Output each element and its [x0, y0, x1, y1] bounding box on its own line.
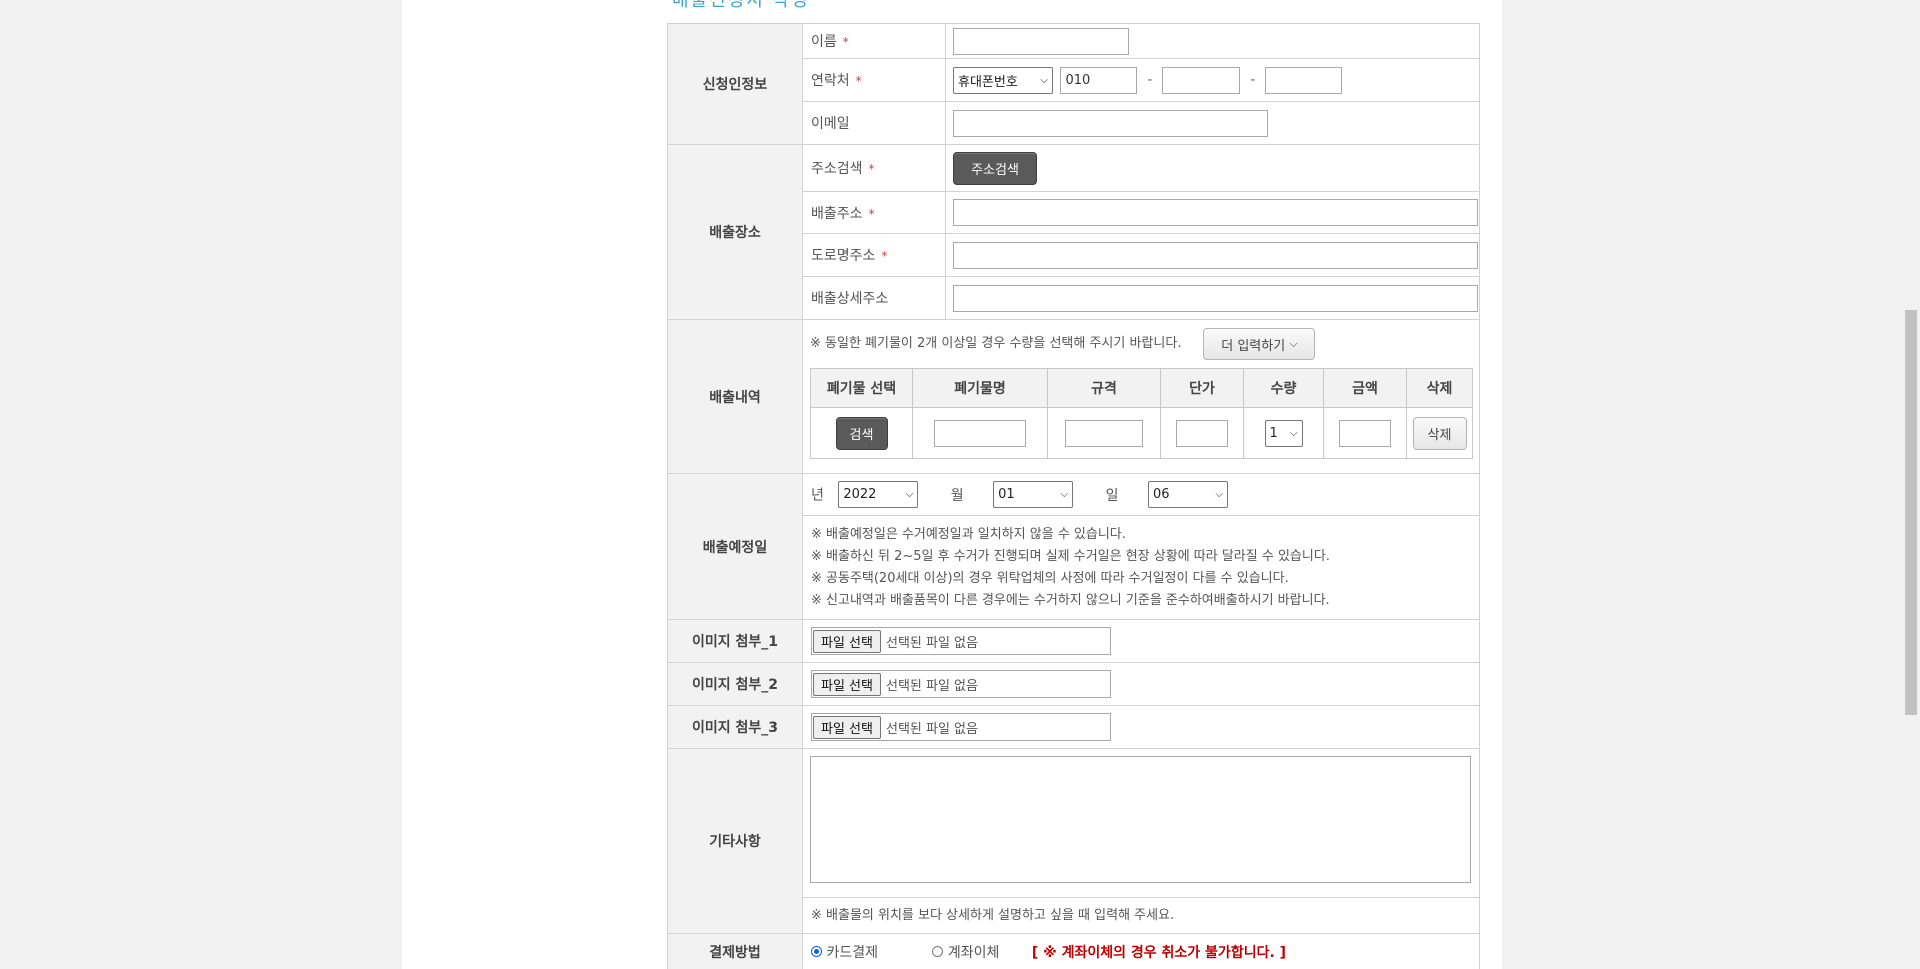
scrollbar-thumb[interactable]: [1905, 310, 1917, 715]
table-row: 검색 1 ⌵ 삭제: [810, 407, 1473, 459]
road-address-input[interactable]: [953, 241, 1478, 269]
month-select[interactable]: 01 ⌵: [993, 481, 1074, 508]
schedule-note: ※ 배출예정일은 수거예정일과 일치하지 않을 수 있습니다.: [811, 526, 1126, 542]
emission-address-label: 배출주소: [811, 205, 863, 222]
payment-warning: [ ※ 계좌이체의 경우 취소가 불가합니다. ]: [1031, 944, 1287, 961]
transfer-payment-label: 계좌이체: [947, 944, 1000, 961]
application-form: 신청인정보 이름 * 연락처 * 휴대폰번호 ⌵ 010 - - 이메일 배출장…: [667, 23, 1480, 969]
day-label: 일: [1105, 487, 1119, 504]
section-heading: 배출신청서 작성: [672, 0, 810, 11]
detail-address-label: 배출상세주소: [811, 291, 889, 307]
page-content: 배출신청서 작성 신청인정보 이름 * 연락처 * 휴대폰번호 ⌵ 010 - …: [402, 0, 1502, 969]
chevron-down-icon: ⌵: [1289, 427, 1298, 439]
etc-notice: ※ 배출물의 위치를 보다 상세하게 설명하고 싶을 때 입력해 주세요.: [811, 907, 1175, 923]
waste-name-input[interactable]: [934, 419, 1026, 447]
waste-column-header: 삭제: [1406, 368, 1473, 408]
choose-file-button[interactable]: 파일 선택: [813, 672, 881, 696]
required-mark: *: [855, 74, 862, 88]
road-address-label: 도로명주소: [811, 248, 876, 264]
file-status: 선택된 파일 없음: [885, 635, 978, 651]
waste-column-header: 금액: [1323, 368, 1407, 408]
chevron-down-icon: ⌵: [1289, 337, 1298, 350]
attachment-label-1: 이미지 첨부_1: [667, 619, 803, 663]
schedule-note: ※ 신고내역과 배출품목이 다른 경우에는 수거하지 않으니 기준을 준수하여배…: [811, 592, 1330, 608]
file-input-1[interactable]: 파일 선택 선택된 파일 없음: [811, 627, 1111, 655]
contact-label: 연락처: [811, 73, 850, 89]
waste-spec-input[interactable]: [1065, 419, 1143, 447]
detail-address-input[interactable]: [953, 284, 1478, 312]
year-select[interactable]: 2022 ⌵: [838, 481, 919, 508]
chevron-down-icon: ⌵: [905, 489, 914, 500]
file-input-3[interactable]: 파일 선택 선택된 파일 없음: [811, 713, 1111, 741]
card-payment-label: 카드결제: [826, 944, 878, 961]
waste-column-header: 규격: [1047, 368, 1161, 408]
waste-notice: ※ 동일한 폐기물이 2개 이상일 경우 수량을 선택해 주시기 바랍니다.: [810, 336, 1182, 351]
required-mark: *: [868, 162, 875, 176]
quantity-select[interactable]: 1 ⌵: [1264, 419, 1303, 447]
delete-row-button[interactable]: 삭제: [1412, 416, 1467, 450]
attachment-label-2: 이미지 첨부_2: [667, 662, 803, 706]
amount-input[interactable]: [1339, 419, 1391, 447]
payment-section-title: 결제방법: [667, 933, 803, 969]
waste-column-header: 폐기물명: [912, 368, 1048, 408]
dash-separator: -: [1250, 72, 1256, 88]
email-label: 이메일: [811, 116, 850, 132]
schedule-note: ※ 공동주택(20세대 이상)의 경우 위탁업체의 사정에 따라 수거일정이 다…: [811, 570, 1289, 586]
schedule-section-title: 배출예정일: [667, 473, 803, 620]
choose-file-button[interactable]: 파일 선택: [813, 629, 881, 653]
transfer-payment-radio[interactable]: [932, 946, 944, 957]
month-label: 월: [950, 487, 964, 504]
waste-table: 폐기물 선택 폐기물명 규격 단가 수량 금액 삭제 검색 1 ⌵ 삭제: [810, 368, 1473, 459]
waste-search-button[interactable]: 검색: [835, 416, 888, 450]
day-select[interactable]: 06 ⌵: [1147, 481, 1228, 508]
attachment-label-3: 이미지 첨부_3: [667, 705, 803, 749]
memo-textarea[interactable]: [810, 756, 1471, 883]
emission-address-input[interactable]: [953, 199, 1478, 226]
file-status: 선택된 파일 없음: [885, 721, 978, 737]
waste-column-header: 수량: [1243, 368, 1324, 408]
choose-file-button[interactable]: 파일 선택: [813, 715, 881, 739]
dash-separator: -: [1147, 72, 1153, 88]
schedule-note: ※ 배출하신 뒤 2~5일 후 수거가 진행되며 실제 수거일은 현장 상황에 …: [811, 548, 1330, 564]
phone-type-select[interactable]: 휴대폰번호 ⌵: [953, 66, 1053, 94]
file-status: 선택된 파일 없음: [885, 678, 978, 694]
phone-last-input[interactable]: [1265, 66, 1343, 94]
card-payment-radio[interactable]: [811, 946, 822, 957]
etc-section-title: 기타사항: [667, 748, 803, 934]
email-input[interactable]: [953, 109, 1268, 137]
year-label: 년: [811, 487, 824, 504]
more-input-button[interactable]: 더 입력하기 ⌵: [1203, 328, 1316, 360]
required-mark: *: [881, 249, 888, 263]
name-label: 이름: [811, 34, 837, 50]
waste-section-title: 배출내역: [667, 319, 803, 474]
name-input[interactable]: [953, 27, 1129, 55]
chevron-down-icon: ⌵: [1040, 74, 1048, 86]
required-mark: *: [868, 206, 875, 221]
waste-column-header: 단가: [1160, 368, 1244, 408]
phone-middle-input[interactable]: [1162, 66, 1241, 94]
chevron-down-icon: ⌵: [1215, 489, 1223, 500]
required-mark: *: [842, 35, 849, 49]
waste-column-header: 폐기물 선택: [810, 368, 913, 408]
file-input-2[interactable]: 파일 선택 선택된 파일 없음: [811, 670, 1111, 698]
phone-prefix-input[interactable]: 010: [1060, 66, 1138, 94]
chevron-down-icon: ⌵: [1060, 489, 1069, 500]
unit-price-input[interactable]: [1176, 419, 1228, 447]
vertical-scrollbar[interactable]: [1903, 0, 1920, 969]
address-search-label: 주소검색: [811, 161, 863, 177]
applicant-section-title: 신청인정보: [667, 23, 803, 145]
location-section-title: 배출장소: [667, 144, 803, 320]
address-search-button[interactable]: 주소검색: [953, 151, 1037, 185]
